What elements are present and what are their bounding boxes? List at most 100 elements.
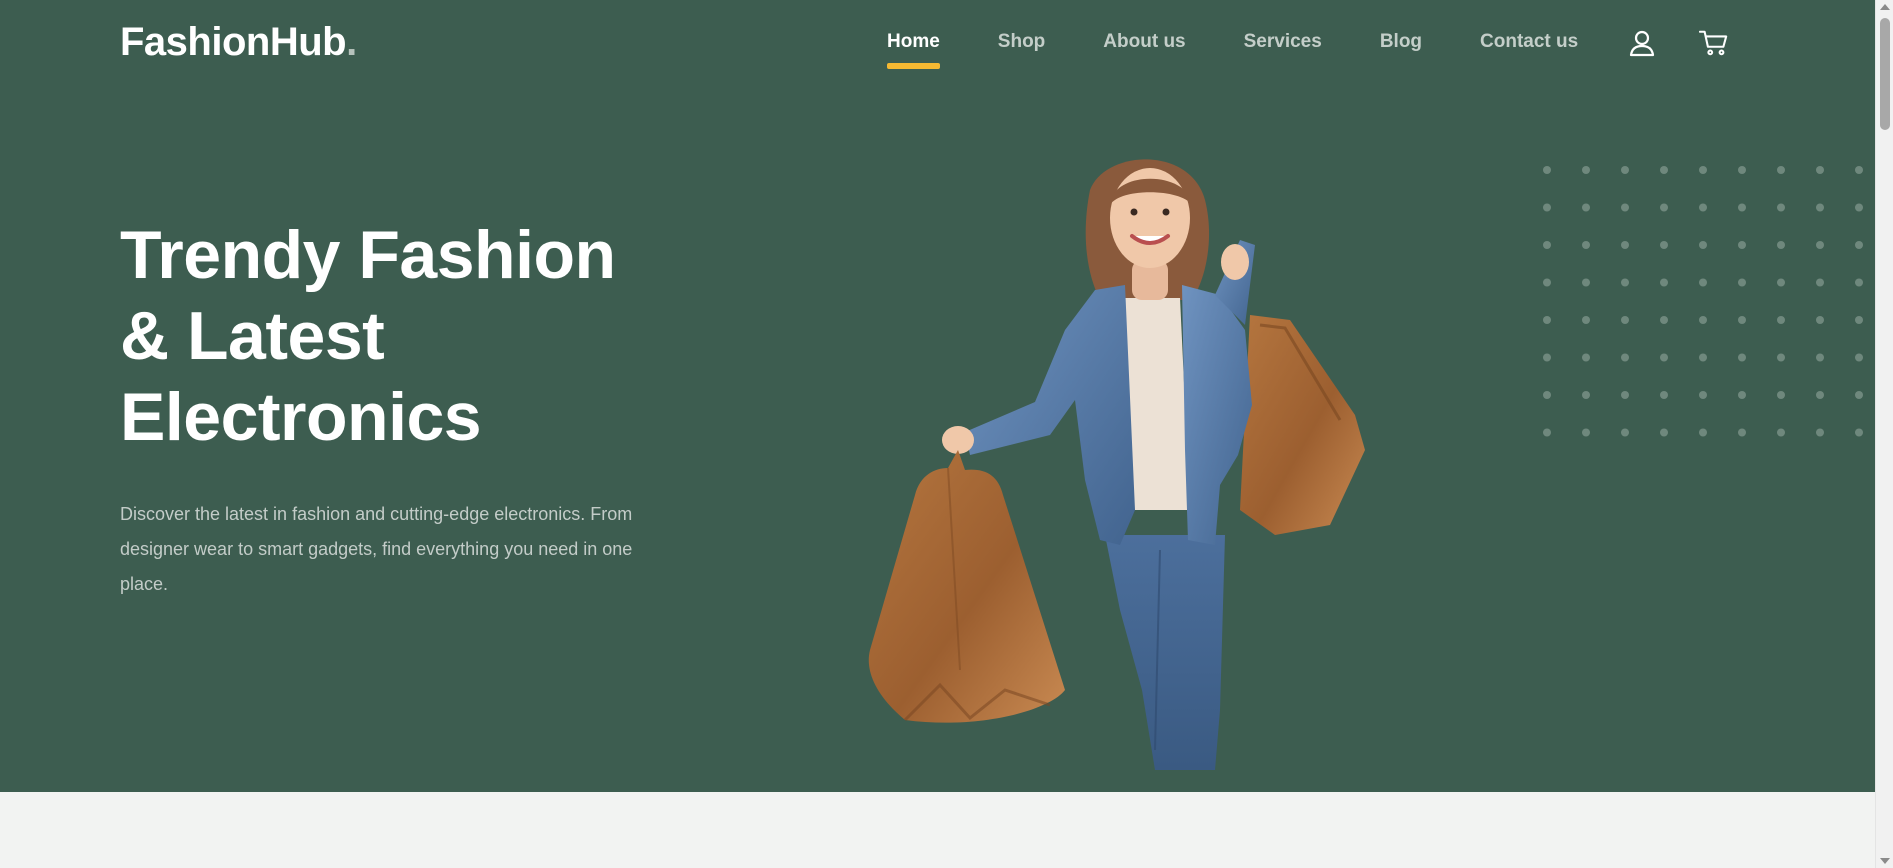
grid-dot: [1738, 316, 1746, 324]
grid-dot: [1660, 166, 1668, 174]
grid-dot: [1582, 316, 1590, 324]
grid-dot: [1777, 428, 1785, 437]
shopping-bag-right: [1240, 315, 1365, 535]
grid-dot: [1855, 428, 1863, 437]
grid-dot: [1621, 353, 1629, 362]
hero-section: FashionHub. Home Shop About us Services …: [0, 0, 1875, 792]
nav-services[interactable]: Services: [1244, 28, 1322, 72]
grid-dot: [1660, 316, 1668, 324]
grid-dot: [1738, 353, 1746, 362]
brand-logo[interactable]: FashionHub.: [120, 18, 357, 66]
grid-dot: [1543, 353, 1551, 362]
grid-dot: [1738, 391, 1746, 399]
grid-dot: [1816, 166, 1824, 174]
grid-dot: [1738, 278, 1746, 287]
brand-name: FashionHub: [120, 20, 347, 64]
grid-dot: [1777, 278, 1785, 287]
grid-dot: [1699, 241, 1707, 249]
user-icon[interactable]: [1627, 28, 1657, 58]
grid-dot: [1816, 278, 1824, 287]
grid-dot: [1855, 316, 1863, 324]
grid-dot: [1777, 391, 1785, 399]
grid-dot: [1699, 278, 1707, 287]
grid-dot: [1738, 241, 1746, 249]
grid-dot: [1816, 428, 1824, 437]
grid-dot: [1582, 391, 1590, 399]
grid-dot: [1777, 353, 1785, 362]
grid-dot: [1855, 353, 1863, 362]
grid-dot: [1621, 278, 1629, 287]
dot-grid-decoration: [1543, 166, 1863, 437]
cart-icon[interactable]: [1699, 28, 1729, 58]
page-scrollbar[interactable]: [1875, 0, 1893, 868]
brand-dot: .: [346, 20, 357, 64]
nav-shop[interactable]: Shop: [998, 28, 1046, 72]
grid-dot: [1699, 353, 1707, 362]
grid-dot: [1855, 166, 1863, 174]
grid-dot: [1699, 428, 1707, 437]
grid-dot: [1582, 353, 1590, 362]
grid-dot: [1699, 316, 1707, 324]
grid-dot: [1621, 391, 1629, 399]
grid-dot: [1855, 278, 1863, 287]
grid-dot: [1582, 428, 1590, 437]
grid-dot: [1582, 278, 1590, 287]
hero-title-line-2: & Latest: [120, 298, 385, 374]
hero-title: Trendy Fashion & Latest Electronics: [120, 215, 740, 458]
grid-dot: [1777, 241, 1785, 249]
grid-dot: [1855, 241, 1863, 249]
hero-image-woman-shopping: [868, 159, 1365, 770]
nav-icons: [1627, 28, 1729, 58]
scroll-thumb[interactable]: [1880, 18, 1890, 130]
grid-dot: [1582, 166, 1590, 174]
nav-about-us[interactable]: About us: [1103, 28, 1185, 72]
grid-dot: [1621, 241, 1629, 249]
grid-dot: [1621, 316, 1629, 324]
grid-dot: [1738, 428, 1746, 437]
hero-title-line-3: Electronics: [120, 379, 482, 455]
nav-home[interactable]: Home: [887, 28, 940, 72]
scroll-up-arrow[interactable]: [1880, 4, 1890, 10]
grid-dot: [1660, 428, 1668, 437]
grid-dot: [1543, 166, 1551, 174]
grid-dot: [1660, 353, 1668, 362]
grid-dot: [1621, 428, 1629, 437]
shopping-bag-left: [868, 450, 1065, 723]
grid-dot: [1621, 166, 1629, 174]
grid-dot: [1543, 316, 1551, 324]
grid-dot: [1660, 203, 1668, 212]
grid-dot: [1660, 391, 1668, 399]
grid-dot: [1621, 203, 1629, 212]
grid-dot: [1543, 428, 1551, 437]
grid-dot: [1582, 203, 1590, 212]
grid-dot: [1543, 241, 1551, 249]
grid-dot: [1738, 166, 1746, 174]
grid-dot: [1738, 203, 1746, 212]
grid-dot: [1855, 203, 1863, 212]
grid-dot: [1816, 203, 1824, 212]
grid-dot: [1816, 353, 1824, 362]
grid-dot: [1699, 166, 1707, 174]
grid-dot: [1699, 391, 1707, 399]
grid-dot: [1660, 241, 1668, 249]
hero-description: Discover the latest in fashion and cutti…: [120, 504, 633, 594]
grid-dot: [1543, 203, 1551, 212]
grid-dot: [1582, 241, 1590, 249]
grid-dot: [1777, 316, 1785, 324]
nav-contact-us[interactable]: Contact us: [1480, 28, 1578, 72]
grid-dot: [1660, 278, 1668, 287]
content-section: [0, 792, 1875, 868]
grid-dot: [1816, 391, 1824, 399]
grid-dot: [1543, 391, 1551, 399]
jeans: [1105, 535, 1225, 770]
grid-dot: [1777, 166, 1785, 174]
nav-blog[interactable]: Blog: [1380, 28, 1422, 72]
grid-dot: [1816, 316, 1824, 324]
scroll-down-arrow[interactable]: [1880, 858, 1890, 864]
main-nav: Home Shop About us Services Blog Contact…: [887, 28, 1636, 72]
grid-dot: [1777, 203, 1785, 212]
grid-dot: [1699, 203, 1707, 212]
hero-title-line-1: Trendy Fashion: [120, 217, 616, 293]
page: FashionHub. Home Shop About us Services …: [0, 0, 1893, 868]
grid-dot: [1816, 241, 1824, 249]
